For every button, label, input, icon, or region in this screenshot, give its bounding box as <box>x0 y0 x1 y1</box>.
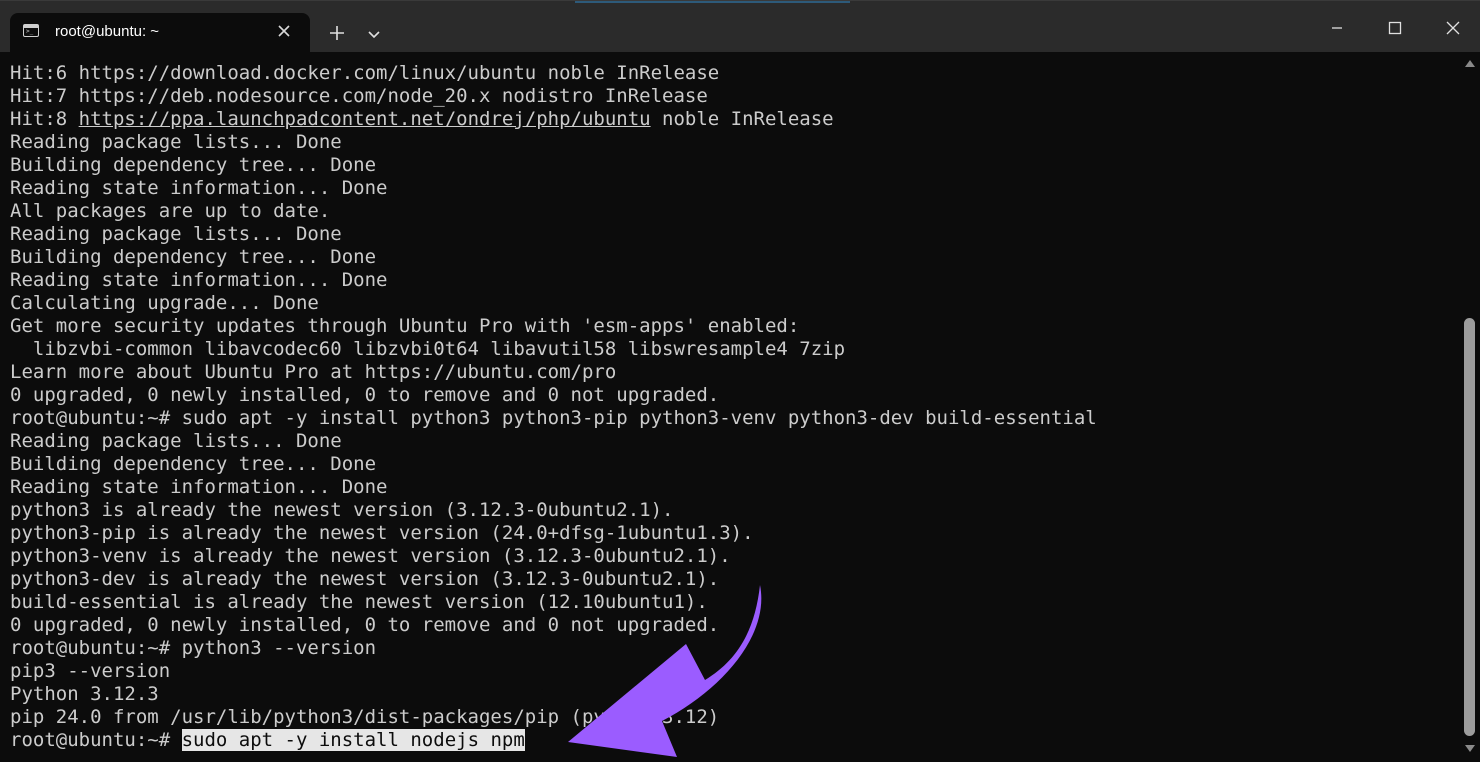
terminal-line: 0 upgraded, 0 newly installed, 0 to remo… <box>10 384 720 406</box>
terminal-line: libzvbi-common libavcodec60 libzvbi0t64 … <box>10 338 846 360</box>
terminal-line: Reading package lists... Done <box>10 131 342 153</box>
terminal-line: Reading package lists... Done <box>10 430 342 452</box>
terminal-line: Hit:7 https://deb.nodesource.com/node_20… <box>10 85 708 107</box>
terminal-line: Python 3.12.3 <box>10 683 159 705</box>
terminal-line: pip 24.0 from /usr/lib/python3/dist-pack… <box>10 706 720 728</box>
terminal-line: root@ubuntu:~# sudo apt -y install pytho… <box>10 407 1097 429</box>
scrollbar-thumb[interactable] <box>1464 318 1475 736</box>
terminal-line: pip3 --version <box>10 660 171 682</box>
terminal-line: Calculating upgrade... Done <box>10 292 319 314</box>
terminal-line: Get more security updates through Ubuntu… <box>10 315 800 337</box>
terminal-line: Building dependency tree... Done <box>10 453 377 475</box>
terminal-output[interactable]: Hit:6 https://download.docker.com/linux/… <box>0 52 1460 762</box>
scroll-up-arrow-icon[interactable] <box>1465 60 1475 67</box>
title-bar: >_ root@ubuntu: ~ <box>0 0 1480 53</box>
terminal-line: Hit:8 https://ppa.launchpadcontent.net/o… <box>10 108 1460 131</box>
terminal-line: python3-pip is already the newest versio… <box>10 522 754 544</box>
terminal-line: python3-venv is already the newest versi… <box>10 545 731 567</box>
terminal-line: Building dependency tree... Done <box>10 246 377 268</box>
terminal-line: Building dependency tree... Done <box>10 154 377 176</box>
command-prompt-line[interactable]: root@ubuntu:~# sudo apt -y install nodej… <box>10 729 1460 752</box>
terminal-line: python3 is already the newest version (3… <box>10 499 674 521</box>
scroll-down-arrow-icon[interactable] <box>1465 745 1475 752</box>
terminal-line: python3-dev is already the newest versio… <box>10 568 720 590</box>
terminal-text: Hit:8 <box>10 108 79 130</box>
terminal-line: Reading package lists... Done <box>10 223 342 245</box>
terminal-line: Reading state information... Done <box>10 269 388 291</box>
terminal-line: Hit:6 https://download.docker.com/linux/… <box>10 62 720 84</box>
terminal-line: All packages are up to date. <box>10 200 331 222</box>
terminal-icon: >_ <box>23 24 39 37</box>
terminal-line: build-essential is already the newest ve… <box>10 591 708 613</box>
maximize-icon[interactable] <box>1382 15 1408 41</box>
ppa-link[interactable]: https://ppa.launchpadcontent.net/ondrej/… <box>79 108 651 130</box>
tab-root-ubuntu[interactable]: >_ root@ubuntu: ~ <box>10 13 310 53</box>
selected-command[interactable]: sudo apt -y install nodejs npm <box>181 729 525 751</box>
terminal-line: Learn more about Ubuntu Pro at https://u… <box>10 361 617 383</box>
minimize-icon[interactable] <box>1324 15 1350 41</box>
plus-icon[interactable] <box>325 21 349 45</box>
chevron-down-icon[interactable] <box>363 23 385 45</box>
terminal-text: noble InRelease <box>650 108 834 130</box>
terminal-line: root@ubuntu:~# python3 --version <box>10 637 377 659</box>
close-icon[interactable] <box>275 22 293 40</box>
tab-title: root@ubuntu: ~ <box>55 23 160 40</box>
shell-prompt: root@ubuntu:~# <box>10 729 182 751</box>
terminal-line: Reading state information... Done <box>10 476 388 498</box>
terminal-line: Reading state information... Done <box>10 177 388 199</box>
title-bar-accent <box>575 1 850 3</box>
terminal-line: 0 upgraded, 0 newly installed, 0 to remo… <box>10 614 720 636</box>
close-icon[interactable] <box>1440 15 1466 41</box>
